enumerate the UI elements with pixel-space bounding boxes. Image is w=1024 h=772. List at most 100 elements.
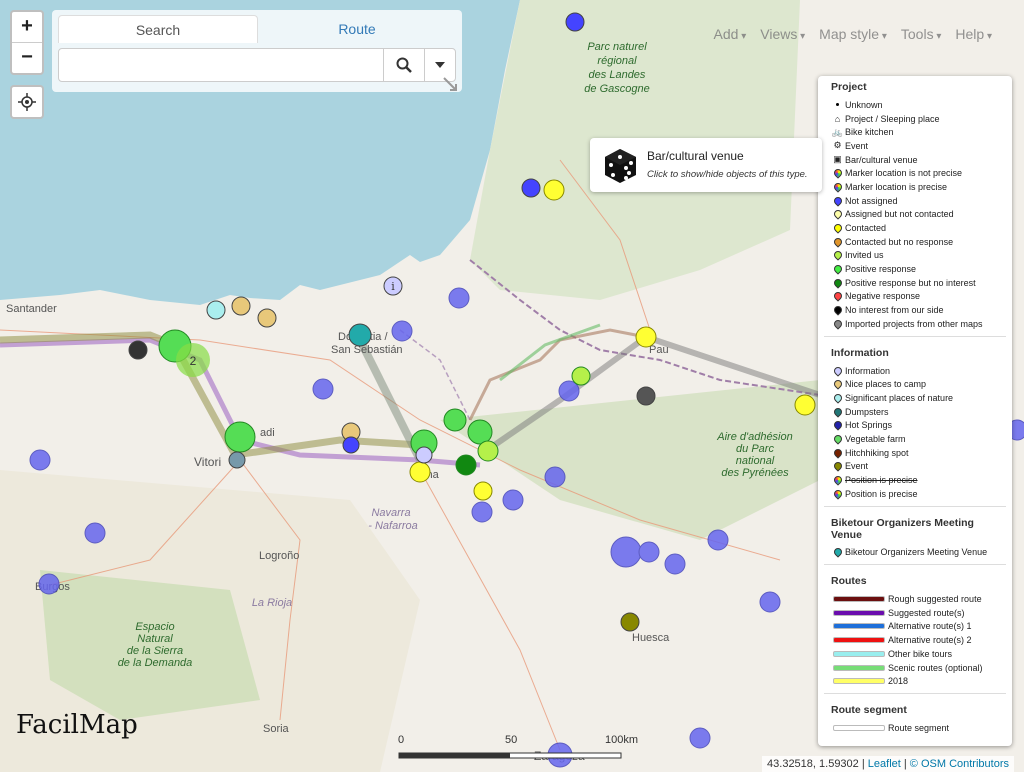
- pin-icon: [831, 318, 844, 330]
- cluster-count: 2: [190, 354, 197, 368]
- menu-add[interactable]: Add: [714, 26, 747, 42]
- scale-label-0: 0: [398, 734, 405, 746]
- legend-item[interactable]: ▣ Bar/cultural venue: [824, 153, 1006, 167]
- label-logrono: Logroño: [259, 550, 299, 562]
- label-gasteiz: adi: [260, 427, 275, 439]
- zoom-out-button[interactable]: −: [12, 42, 42, 73]
- facilmap-logo: FacilMap: [16, 710, 138, 740]
- legend-item-label: Dumpsters: [845, 406, 889, 417]
- route-line-swatch: [833, 678, 885, 685]
- legend-item[interactable]: Information: [824, 364, 1006, 378]
- legend-item[interactable]: 2018: [824, 674, 1006, 688]
- route-line-swatch: [833, 724, 885, 731]
- menu-views[interactable]: Views: [760, 26, 805, 42]
- legend-item[interactable]: Hitchhiking spot: [824, 446, 1006, 460]
- legend-panel: Project Unknown ⌂ Project / Sleeping place 🚲…: [818, 76, 1012, 746]
- legend-item[interactable]: Nice places to camp: [824, 377, 1006, 391]
- legend-item-label: Vegetable farm: [845, 433, 906, 444]
- search-tabs: Search Route: [58, 15, 456, 43]
- legend-item[interactable]: Vegetable farm: [824, 432, 1006, 446]
- legend-item-label: Other bike tours: [888, 648, 953, 659]
- legend-section-title: Routes: [831, 575, 867, 588]
- menu-tools[interactable]: Tools: [901, 26, 942, 42]
- legend-tooltip: Bar/cultural venue Click to show/hide ob…: [590, 138, 822, 192]
- route-line-swatch: [833, 637, 885, 644]
- menu-map-style[interactable]: Map style: [819, 26, 887, 42]
- legend-item[interactable]: Position is precise: [824, 487, 1006, 501]
- legend-item[interactable]: Route segment: [824, 721, 1006, 735]
- menu-help[interactable]: Help: [955, 26, 992, 42]
- legend-item[interactable]: Marker location is not precise: [824, 166, 1006, 180]
- multicolor-pin-icon: [831, 181, 844, 193]
- legend-item[interactable]: Imported projects from other maps: [824, 317, 1006, 331]
- legend-item-label: Scenic routes (optional): [888, 662, 983, 673]
- legend-item[interactable]: Negative response: [824, 290, 1006, 304]
- legend-item-label: Marker location is precise: [845, 181, 948, 192]
- gear-icon: ⚙: [833, 140, 842, 151]
- legend-item[interactable]: Dumpsters: [824, 405, 1006, 419]
- legend-item[interactable]: 🚲 Bike kitchen: [824, 125, 1006, 139]
- legend-item[interactable]: Position is precise: [824, 473, 1006, 487]
- legend-item[interactable]: Rough suggested route: [824, 592, 1006, 606]
- tab-route[interactable]: Route: [258, 15, 456, 43]
- zoom-in-button[interactable]: +: [12, 12, 42, 42]
- legend-item-label: Project / Sleeping place: [845, 113, 940, 124]
- legend-item-label: Invited us: [845, 250, 884, 261]
- legend-item[interactable]: Significant places of nature: [824, 391, 1006, 405]
- legend-item-label: Imported projects from other maps: [845, 318, 983, 329]
- resize-handle-icon[interactable]: [442, 76, 458, 92]
- legend-item[interactable]: No interest from our side: [824, 303, 1006, 317]
- route-line-swatch: [833, 664, 885, 671]
- legend-item-label: Alternative route(s) 2: [888, 635, 972, 646]
- legend-item[interactable]: Hot Springs: [824, 418, 1006, 432]
- legend-item-label: Suggested route(s): [888, 607, 965, 618]
- pin-icon: [831, 546, 844, 559]
- legend-item[interactable]: Assigned but not contacted: [824, 208, 1006, 222]
- legend-item[interactable]: Scenic routes (optional): [824, 661, 1006, 675]
- label-rioja: La Rioja: [252, 597, 292, 609]
- caret-down-icon: [435, 62, 445, 68]
- legend-item-label: Event: [845, 140, 869, 151]
- legend-item[interactable]: Contacted but no response: [824, 235, 1006, 249]
- legend-section-title: Information: [831, 346, 889, 359]
- legend-item[interactable]: Event: [824, 460, 1006, 474]
- pin-icon: [831, 433, 844, 445]
- legend-item[interactable]: Marker location is precise: [824, 180, 1006, 194]
- legend-item[interactable]: ⌂ Project / Sleeping place: [824, 112, 1006, 126]
- legend-item-label: Biketour Organizers Meeting Venue: [845, 547, 988, 558]
- legend-item[interactable]: Other bike tours: [824, 647, 1006, 661]
- pin-icon: [831, 194, 844, 207]
- pin-icon: [831, 446, 844, 459]
- search-button[interactable]: [383, 49, 424, 81]
- multicolor-pin-icon: [831, 488, 844, 500]
- legend-item-label: Event: [845, 461, 869, 472]
- pin-icon: [831, 290, 844, 303]
- legend-item-label: Unknown: [845, 99, 883, 110]
- scale-line: [398, 752, 622, 759]
- legend-item[interactable]: Suggested route(s): [824, 606, 1006, 620]
- legend-item[interactable]: Invited us: [824, 249, 1006, 263]
- tab-search[interactable]: Search: [58, 15, 258, 43]
- legend-item[interactable]: Contacted: [824, 221, 1006, 235]
- pin-icon: [831, 277, 844, 289]
- legend-item[interactable]: Unknown: [824, 98, 1006, 112]
- legend-item-label: Rough suggested route: [888, 594, 982, 605]
- info-icon: i: [391, 280, 395, 293]
- legend-item-label: Position is precise: [845, 488, 918, 499]
- legend-item[interactable]: Positive response: [824, 262, 1006, 276]
- legend-item[interactable]: Positive response but no interest: [824, 276, 1006, 290]
- route-line-swatch: [833, 596, 885, 603]
- legend-item[interactable]: Alternative route(s) 2: [824, 633, 1006, 647]
- legend-item-label: Bar/cultural venue: [845, 154, 918, 165]
- top-menu: Add Views Map style Tools Help: [714, 26, 992, 42]
- legend-item[interactable]: Alternative route(s) 1: [824, 620, 1006, 634]
- leaflet-link[interactable]: Leaflet: [868, 758, 901, 770]
- legend-item[interactable]: Not assigned: [824, 194, 1006, 208]
- osm-link[interactable]: © OSM Contributors: [910, 758, 1009, 770]
- pin-icon: [831, 364, 844, 377]
- house-icon: ⌂: [834, 113, 841, 124]
- locate-button[interactable]: [10, 85, 44, 119]
- legend-item[interactable]: Biketour Organizers Meeting Venue: [824, 546, 1006, 560]
- search-input[interactable]: [59, 49, 383, 81]
- legend-item[interactable]: ⚙ Event: [824, 139, 1006, 153]
